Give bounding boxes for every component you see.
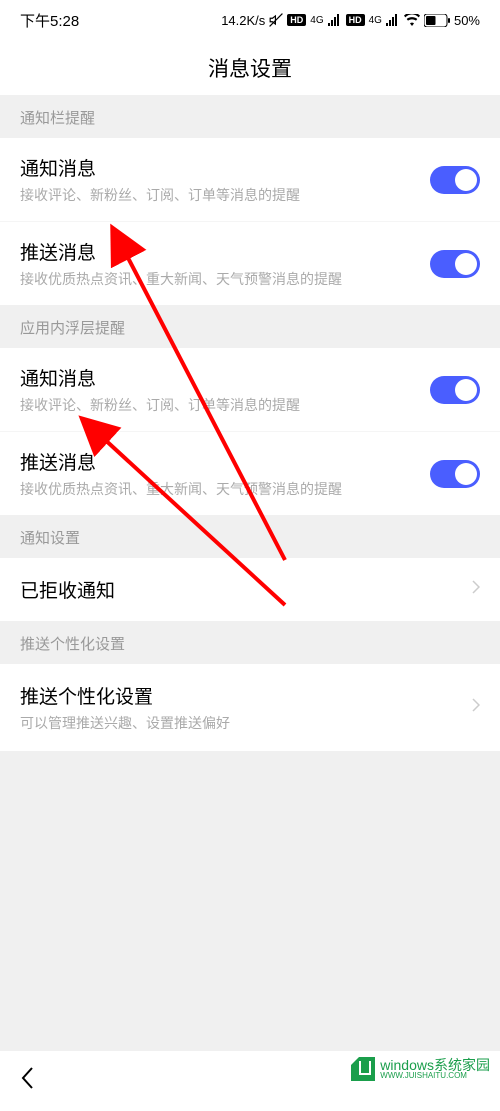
section-header-notification-bar: 通知栏提醒 [0, 95, 500, 138]
battery-icon [424, 14, 450, 27]
section-header-personalization: 推送个性化设置 [0, 621, 500, 664]
notification-message-row-2[interactable]: 通知消息 接收评论、新粉丝、订阅、订单等消息的提醒 [0, 348, 500, 431]
chevron-right-icon [472, 580, 480, 599]
setting-title: 推送消息 [20, 238, 430, 265]
hd-badge-2: HD [346, 14, 365, 26]
watermark-url: WWW.JUISHAITU.COM [380, 1072, 490, 1080]
push-message-row-1[interactable]: 推送消息 接收优质热点资讯、重大新闻、天气预警消息的提醒 [0, 221, 500, 305]
network-speed: 14.2K/s [221, 13, 265, 28]
rejected-notifications-row[interactable]: 已拒收通知 [0, 558, 500, 621]
setting-text: 推送消息 接收优质热点资讯、重大新闻、天气预警消息的提醒 [20, 238, 430, 289]
notification-message-toggle-1[interactable] [430, 166, 480, 194]
watermark: windows系统家园 WWW.JUISHAITU.COM [351, 1057, 490, 1081]
setting-text: 通知消息 接收评论、新粉丝、订阅、订单等消息的提醒 [20, 154, 430, 205]
signal-icon-2 [386, 14, 400, 26]
section-header-notification-settings: 通知设置 [0, 515, 500, 558]
nav-title: 推送个性化设置 [20, 682, 230, 709]
setting-desc: 接收优质热点资讯、重大新闻、天气预警消息的提醒 [20, 269, 430, 289]
back-button[interactable] [20, 1066, 34, 1097]
battery-percent: 50% [454, 13, 480, 28]
setting-text: 推送消息 接收优质热点资讯、重大新闻、天气预警消息的提醒 [20, 448, 430, 499]
section-header-in-app: 应用内浮层提醒 [0, 305, 500, 348]
watermark-logo-icon [351, 1057, 375, 1081]
setting-title: 推送消息 [20, 448, 430, 475]
signal-icon-1 [328, 14, 342, 26]
hd-badge-1: HD [287, 14, 306, 26]
status-bar: 下午5:28 14.2K/s HD 4G HD 4G 50% [0, 0, 500, 40]
page-title: 消息设置 [0, 40, 500, 95]
signal-4g-1: 4G [310, 15, 323, 26]
notification-message-toggle-2[interactable] [430, 376, 480, 404]
watermark-title: windows系统家园 [380, 1058, 490, 1072]
setting-title: 通知消息 [20, 154, 430, 181]
wifi-icon [404, 14, 420, 26]
mute-icon [269, 13, 283, 27]
setting-text: 通知消息 接收评论、新粉丝、订阅、订单等消息的提醒 [20, 364, 430, 415]
setting-desc: 接收评论、新粉丝、订阅、订单等消息的提醒 [20, 395, 430, 415]
notification-message-row-1[interactable]: 通知消息 接收评论、新粉丝、订阅、订单等消息的提醒 [0, 138, 500, 221]
nav-desc: 可以管理推送兴趣、设置推送偏好 [20, 709, 230, 733]
setting-desc: 接收评论、新粉丝、订阅、订单等消息的提醒 [20, 185, 430, 205]
push-personalization-row[interactable]: 推送个性化设置 可以管理推送兴趣、设置推送偏好 [0, 664, 500, 751]
setting-title: 通知消息 [20, 364, 430, 391]
push-message-toggle-2[interactable] [430, 460, 480, 488]
push-message-toggle-1[interactable] [430, 250, 480, 278]
chevron-right-icon [472, 698, 480, 717]
signal-4g-2: 4G [369, 15, 382, 26]
watermark-text: windows系统家园 WWW.JUISHAITU.COM [380, 1058, 490, 1080]
setting-desc: 接收优质热点资讯、重大新闻、天气预警消息的提醒 [20, 479, 430, 499]
status-time: 下午5:28 [20, 10, 79, 31]
nav-text: 推送个性化设置 可以管理推送兴趣、设置推送偏好 [20, 682, 230, 733]
push-message-row-2[interactable]: 推送消息 接收优质热点资讯、重大新闻、天气预警消息的提醒 [0, 431, 500, 515]
status-indicators: 14.2K/s HD 4G HD 4G 50% [221, 13, 480, 28]
nav-title: 已拒收通知 [20, 576, 115, 603]
